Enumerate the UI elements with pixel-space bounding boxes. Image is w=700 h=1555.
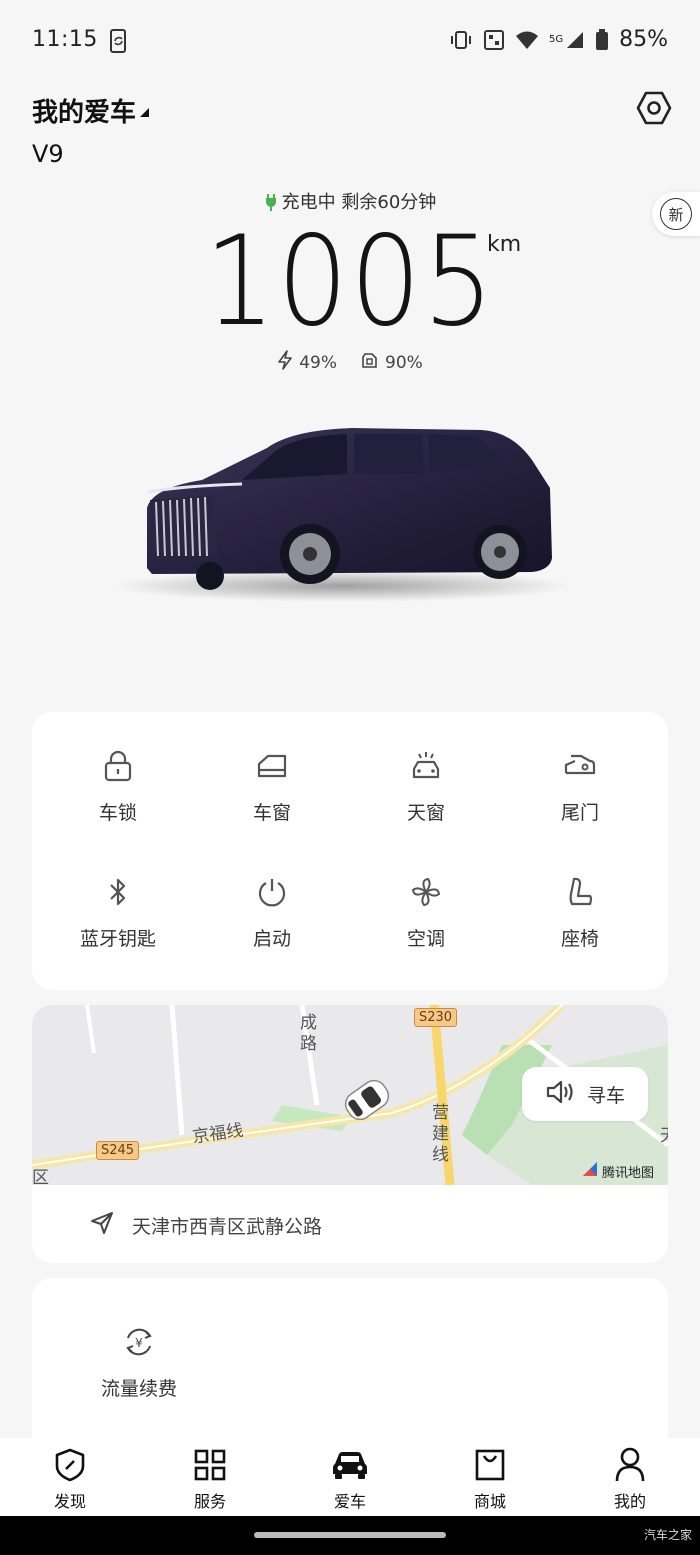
fuel-can-icon — [361, 351, 379, 374]
service-data-renewal[interactable]: ¥ 流量续费 — [94, 1324, 184, 1401]
dropdown-caret-icon[interactable] — [140, 108, 149, 117]
lock-icon — [58, 748, 178, 784]
control-label: 尾门 — [560, 802, 599, 824]
road-sign: S245 — [96, 1141, 140, 1160]
map-road-label: 营建线 — [432, 1103, 449, 1165]
control-label: 空调 — [406, 928, 445, 950]
home-gesture-handle[interactable] — [254, 1532, 446, 1538]
window-icon — [212, 748, 332, 784]
wifi-icon — [515, 30, 539, 50]
power-icon — [212, 874, 332, 910]
lightning-icon — [277, 350, 293, 375]
person-icon — [615, 1446, 645, 1484]
battery-percent: 85% — [619, 27, 668, 52]
tencent-map-logo-icon — [582, 1161, 598, 1181]
control-label: 车锁 — [98, 802, 137, 824]
map-view[interactable]: 成路 京福线 营建线 S230 S245 区 天 寻车 腾讯地图 — [32, 1005, 668, 1188]
find-car-label: 寻车 — [586, 1084, 625, 1107]
bag-icon — [474, 1446, 506, 1484]
signal-5g-icon: 5G — [549, 30, 585, 50]
control-sunroof[interactable]: 天窗 — [366, 748, 486, 825]
control-tailgate[interactable]: 尾门 — [520, 748, 640, 825]
grid-icon — [194, 1446, 226, 1484]
gesture-bar: 汽车之家 — [0, 1516, 700, 1555]
nfc-icon — [483, 29, 505, 51]
control-label: 车窗 — [252, 802, 291, 824]
battery-metric: 49% — [277, 350, 337, 375]
speaker-icon — [545, 1079, 575, 1110]
control-label: 启动 — [252, 928, 291, 950]
control-label: 座椅 — [560, 928, 599, 950]
tailgate-icon — [520, 748, 640, 784]
control-window[interactable]: 车窗 — [212, 748, 332, 825]
nav-services[interactable]: 服务 — [140, 1438, 280, 1516]
nav-discover[interactable]: 发现 — [0, 1438, 140, 1516]
settings-hex-icon[interactable] — [636, 90, 672, 126]
nav-me[interactable]: 我的 — [560, 1438, 700, 1516]
control-ac[interactable]: 空调 — [366, 874, 486, 951]
map-road-label: 成路 — [300, 1013, 317, 1054]
control-label: 天窗 — [406, 802, 445, 824]
watermark: 汽车之家 — [643, 1528, 692, 1542]
vibrate-icon — [449, 30, 473, 50]
control-start[interactable]: 启动 — [212, 874, 332, 951]
vehicle-model: V9 — [32, 140, 64, 168]
nav-label: 爱车 — [333, 1492, 366, 1511]
road-sign: S230 — [414, 1008, 458, 1027]
nav-label: 商城 — [473, 1492, 506, 1511]
status-time: 11:15 — [32, 27, 98, 52]
sunroof-icon — [366, 748, 486, 784]
control-lock[interactable]: 车锁 — [58, 748, 178, 825]
battery-metric-value: 49% — [299, 352, 337, 373]
control-label: 蓝牙钥匙 — [79, 928, 156, 950]
fuel-metric: 90% — [361, 350, 423, 375]
map-provider-label: 腾讯地图 — [601, 1165, 654, 1181]
range-value: 1005 — [204, 210, 496, 354]
fan-icon — [366, 874, 486, 910]
map-edge-label: 区 — [32, 1168, 49, 1188]
vehicle-address[interactable]: 天津市西青区武静公路 — [90, 1211, 322, 1240]
nav-label: 我的 — [613, 1492, 646, 1511]
phone-sync-icon — [108, 28, 130, 58]
svg-text:¥: ¥ — [135, 1336, 143, 1350]
seat-icon — [520, 874, 640, 910]
navigate-arrow-icon — [90, 1211, 114, 1240]
nav-label: 服务 — [193, 1492, 226, 1511]
map-provider: 腾讯地图 — [582, 1161, 654, 1181]
car-icon — [331, 1446, 369, 1484]
vehicle-controls-card: 车锁 车窗 天窗 尾门 蓝牙钥匙 启动 空调 座椅 — [32, 712, 668, 990]
nav-mall[interactable]: 商城 — [420, 1438, 560, 1516]
nav-my-car[interactable]: 爱车 — [280, 1438, 420, 1516]
energy-metrics: 49% 90% — [0, 350, 700, 375]
status-bar: 11:15 5G 85% — [0, 0, 700, 82]
service-label: 流量续费 — [100, 1378, 177, 1400]
address-text: 天津市西青区武静公路 — [132, 1216, 323, 1238]
map-card: 成路 京福线 营建线 S230 S245 区 天 寻车 腾讯地图 天津市西青区武… — [32, 1005, 668, 1263]
renew-icon: ¥ — [94, 1324, 184, 1360]
vehicle-selector-title[interactable]: 我的爱车 — [32, 92, 136, 129]
control-bluetooth-key[interactable]: 蓝牙钥匙 — [58, 874, 178, 951]
range-unit: km — [487, 232, 522, 257]
find-car-button[interactable]: 寻车 — [522, 1067, 648, 1121]
compass-icon — [54, 1446, 86, 1484]
map-edge-label: 天 — [660, 1121, 668, 1146]
nav-label: 发现 — [53, 1492, 86, 1511]
control-seat[interactable]: 座椅 — [520, 874, 640, 951]
bottom-nav: 发现 服务 爱车 商城 我的 — [0, 1438, 700, 1516]
battery-icon — [595, 28, 609, 51]
fuel-metric-value: 90% — [385, 352, 423, 373]
vehicle-image — [92, 418, 572, 608]
bluetooth-icon — [58, 874, 178, 910]
